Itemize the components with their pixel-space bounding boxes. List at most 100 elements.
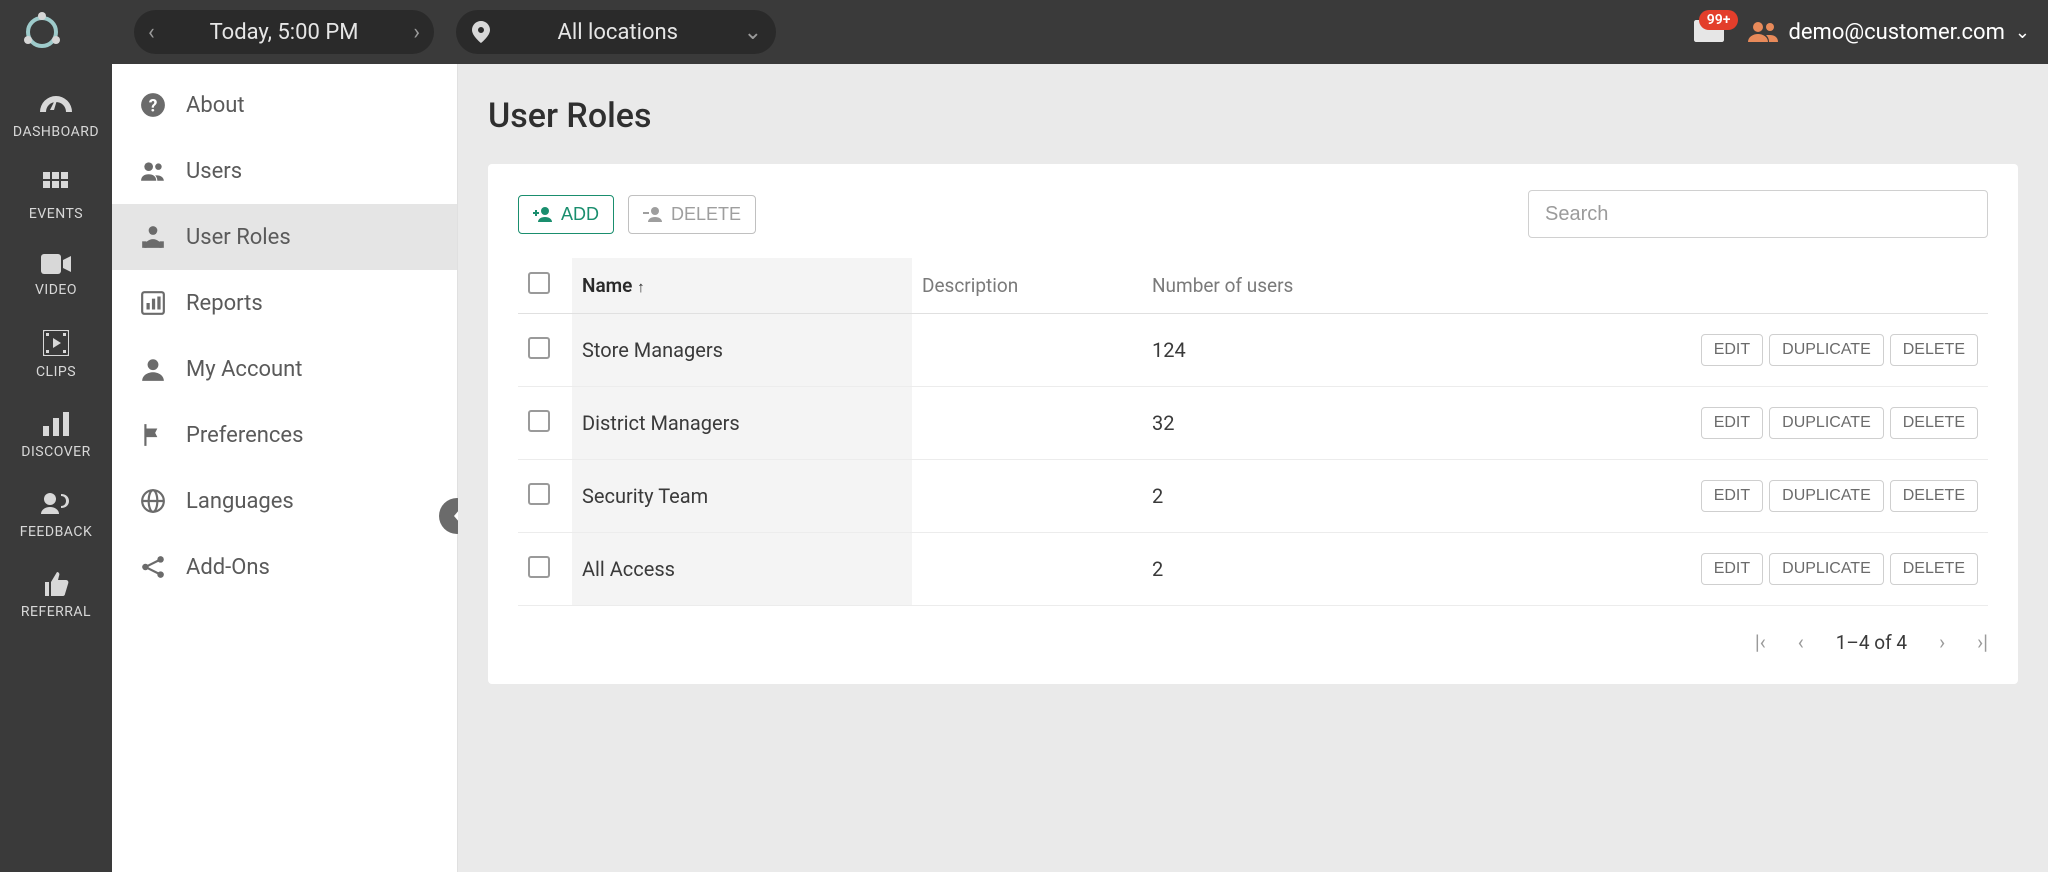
pager-prev[interactable]: ‹	[1798, 630, 1804, 654]
pager-first[interactable]: |‹	[1755, 630, 1766, 654]
sort-asc-icon: ↑	[637, 278, 645, 296]
table-row: All Access2EDITDUPLICATEDELETE	[518, 533, 1988, 606]
row-delete-button[interactable]: DELETE	[1890, 407, 1978, 439]
select-all-checkbox[interactable]	[528, 272, 550, 294]
pager-next[interactable]: ›	[1939, 630, 1945, 654]
delete-label: DELETE	[671, 204, 741, 225]
pager-last[interactable]: ›|	[1977, 630, 1988, 654]
primary-nav: DASHBOARD EVENTS VIDEO CLIPS DISCOVER FE…	[0, 64, 112, 872]
row-name: District Managers	[572, 387, 912, 460]
nav-label: CLIPS	[36, 364, 76, 380]
sidebar-item-addons[interactable]: Add-Ons	[112, 534, 457, 600]
sidebar-item-my-account[interactable]: My Account	[112, 336, 457, 402]
row-name: All Access	[572, 533, 912, 606]
share-icon	[140, 554, 166, 580]
pin-icon	[470, 21, 492, 43]
edit-button[interactable]: EDIT	[1701, 407, 1763, 439]
table-row: Security Team 2 EDITDUPLICATEDELETE	[518, 460, 1988, 533]
edit-button[interactable]: EDIT	[1701, 480, 1763, 512]
gauge-icon	[39, 92, 73, 116]
nav-events[interactable]: EVENTS	[29, 172, 83, 222]
nav-feedback[interactable]: FEEDBACK	[20, 492, 93, 540]
table-row: District Managers 32 EDITDUPLICATEDELETE	[518, 387, 1988, 460]
duplicate-button[interactable]: DUPLICATE	[1769, 407, 1884, 439]
sidebar-item-users[interactable]: Users	[112, 138, 457, 204]
duplicate-button[interactable]: DUPLICATE	[1769, 334, 1884, 366]
row-checkbox[interactable]	[528, 556, 550, 578]
nav-label: DASHBOARD	[13, 124, 99, 140]
row-delete-button[interactable]: DELETE	[1890, 553, 1978, 585]
nav-video[interactable]: VIDEO	[35, 254, 77, 298]
sidebar-item-reports[interactable]: Reports	[112, 270, 457, 336]
chevron-down-icon[interactable]: ⌄	[744, 20, 762, 45]
people-icon	[1748, 20, 1778, 44]
col-count[interactable]: Number of users	[1152, 274, 1293, 297]
feedback-icon	[41, 492, 71, 516]
add-label: ADD	[561, 204, 599, 225]
pager-range: 1–4 of 4	[1836, 631, 1907, 654]
sidebar-item-user-roles[interactable]: User Roles	[112, 204, 457, 270]
bars-icon	[43, 412, 69, 436]
add-button[interactable]: ADD	[518, 195, 614, 234]
sidebar-item-label: My Account	[186, 357, 302, 382]
row-checkbox[interactable]	[528, 410, 550, 432]
nav-label: REFERRAL	[21, 604, 91, 620]
col-desc[interactable]: Description	[922, 274, 1018, 297]
video-icon	[41, 254, 71, 274]
person-add-icon	[533, 206, 553, 222]
duplicate-button[interactable]: DUPLICATE	[1769, 480, 1884, 512]
nav-label: DISCOVER	[21, 444, 90, 460]
search-input[interactable]	[1528, 190, 1988, 238]
roles-table: Name ↑ Description Number of users Store…	[518, 258, 1988, 606]
inbox-button[interactable]: 99+	[1694, 20, 1724, 44]
user-menu[interactable]: demo@customer.com ⌄	[1748, 20, 2030, 45]
chevron-right-icon[interactable]: ›	[413, 20, 420, 45]
date-picker[interactable]: ‹ Today, 5:00 PM ›	[134, 10, 434, 54]
edit-button[interactable]: EDIT	[1701, 334, 1763, 366]
row-checkbox[interactable]	[528, 337, 550, 359]
row-checkbox[interactable]	[528, 483, 550, 505]
location-label: All locations	[506, 20, 730, 45]
chevron-left-icon[interactable]: ‹	[148, 20, 155, 45]
duplicate-button[interactable]: DUPLICATE	[1769, 553, 1884, 585]
row-delete-button[interactable]: DELETE	[1890, 480, 1978, 512]
nav-clips[interactable]: CLIPS	[36, 330, 76, 380]
flag-icon	[140, 422, 166, 448]
row-name: Security Team	[572, 460, 912, 533]
row-delete-button[interactable]: DELETE	[1890, 334, 1978, 366]
sidebar-item-preferences[interactable]: Preferences	[112, 402, 457, 468]
location-picker[interactable]: All locations ⌄	[456, 10, 776, 54]
sidebar-item-label: Users	[186, 159, 242, 184]
row-count: 124	[1142, 314, 1422, 387]
row-count: 2	[1142, 460, 1422, 533]
nav-referral[interactable]: REFERRAL	[21, 572, 91, 620]
person-remove-icon	[643, 206, 663, 222]
nav-label: VIDEO	[35, 282, 77, 298]
sidebar-item-about[interactable]: ? About	[112, 72, 457, 138]
edit-button[interactable]: EDIT	[1701, 553, 1763, 585]
nav-discover[interactable]: DISCOVER	[21, 412, 90, 460]
roles-card: ADD DELETE Name ↑ Description Number of …	[488, 164, 2018, 684]
date-label: Today, 5:00 PM	[169, 20, 400, 45]
delete-button: DELETE	[628, 195, 756, 234]
help-icon: ?	[140, 92, 166, 118]
sidebar-item-languages[interactable]: Languages	[112, 468, 457, 534]
pagination: |‹ ‹ 1–4 of 4 › ›|	[518, 630, 1988, 654]
film-icon	[43, 330, 69, 356]
row-desc	[912, 460, 1142, 533]
thumb-icon	[43, 572, 69, 596]
col-name[interactable]: Name	[582, 274, 632, 297]
page-title: User Roles	[488, 96, 2018, 136]
chevron-down-icon[interactable]: ⌄	[2015, 22, 2030, 43]
top-bar: ‹ Today, 5:00 PM › All locations ⌄ 99+ d…	[0, 0, 2048, 64]
userrole-icon	[140, 224, 166, 250]
row-count: 32	[1142, 387, 1422, 460]
toolbar: ADD DELETE	[518, 190, 1988, 238]
sidebar-item-label: About	[186, 93, 245, 118]
nav-dashboard[interactable]: DASHBOARD	[13, 92, 99, 140]
globe-icon	[140, 488, 166, 514]
person-icon	[140, 356, 166, 382]
grid-icon	[43, 172, 69, 198]
sidebar-item-label: User Roles	[186, 225, 291, 250]
row-desc	[912, 387, 1142, 460]
